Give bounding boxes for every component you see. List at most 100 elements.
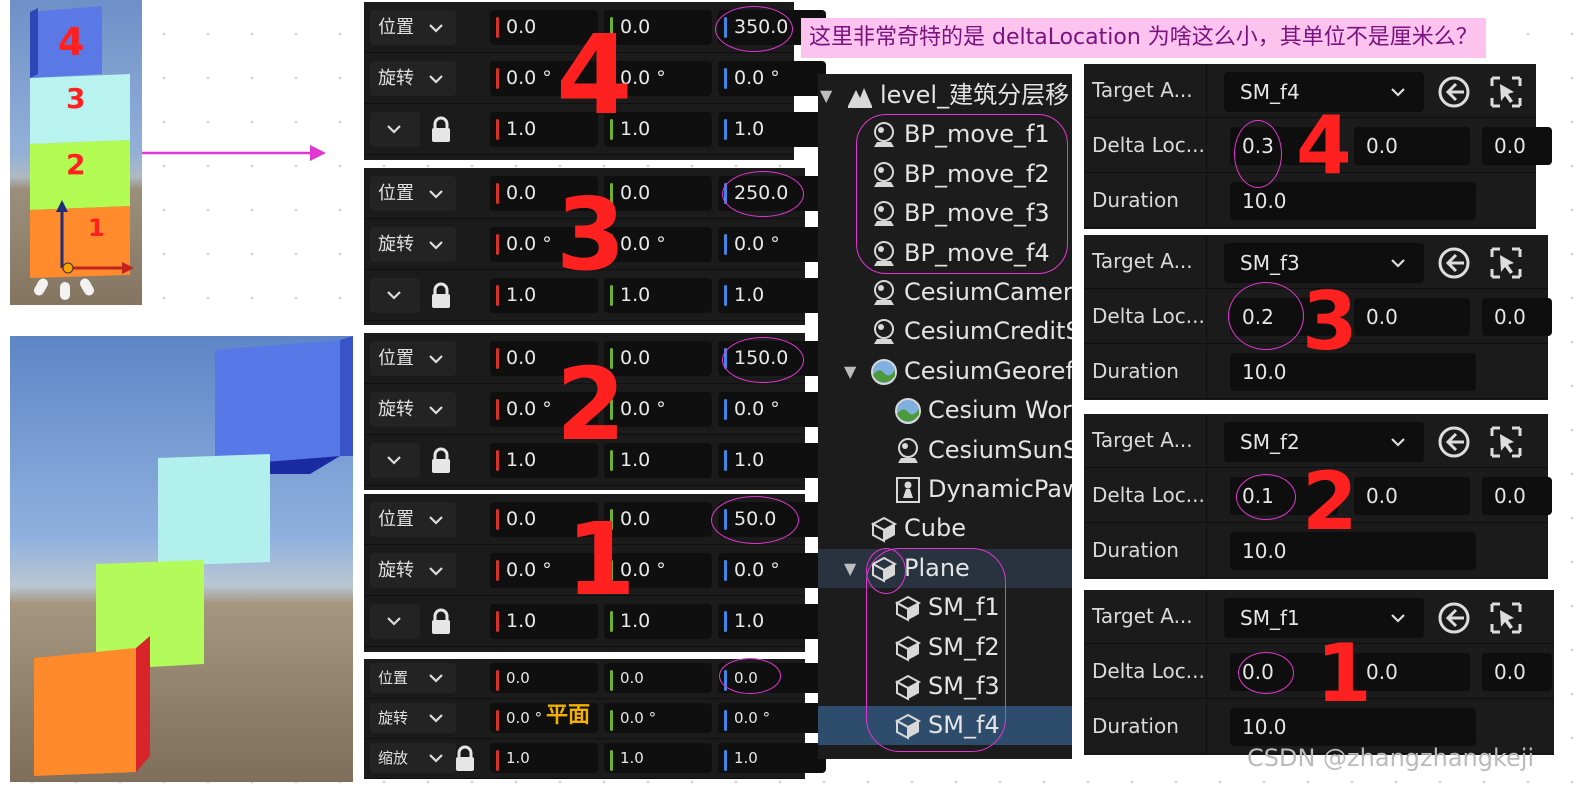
transform-field-z[interactable]: 0.0 ° (718, 61, 826, 96)
outliner-item-label: Cesium Wor (928, 396, 1072, 425)
chevron-down-icon (428, 61, 444, 96)
lock-icon[interactable] (430, 608, 452, 636)
chevron-down-icon (1390, 422, 1406, 462)
stack-number-1: 1 (88, 214, 105, 242)
transform-row-label[interactable]: 位置 (370, 341, 456, 376)
expand-arrow-icon[interactable]: ▼ (844, 549, 856, 588)
transform-row-label-text: 位置 (378, 183, 414, 204)
transform-row-label-text: 旋转 (378, 560, 414, 581)
transform-row-label[interactable]: 位置 (370, 176, 456, 211)
expand-arrow-icon[interactable]: ▼ (844, 352, 856, 391)
outliner-item[interactable]: Cube (818, 509, 1072, 548)
chevron-down-icon (428, 743, 444, 773)
transform-row-label-text: 缩放 (378, 749, 409, 767)
transform-field-z[interactable]: 1.0 (718, 604, 826, 639)
handwritten-number-2: 2 (556, 346, 626, 463)
highlight-delta-f1 (1238, 652, 1294, 694)
mesh-icon (870, 515, 898, 544)
outliner-item[interactable]: DynamicPaw (818, 470, 1072, 509)
viewport-thumbnail-stacked[interactable]: 4 3 2 1 (10, 0, 142, 305)
transform-field-y[interactable]: 0.0 ° (604, 703, 712, 733)
viewport-perspective[interactable] (10, 336, 353, 782)
highlight-bp-actors (856, 114, 1068, 274)
outliner-item[interactable]: CesiumCreditS (818, 312, 1072, 351)
delta-location-field-y[interactable]: 0.0 (1354, 477, 1470, 515)
lock-icon[interactable] (430, 447, 452, 475)
details-number-4: 4 (1296, 99, 1352, 192)
use-selected-arrow-icon[interactable] (1436, 245, 1472, 281)
chevron-down-icon (1390, 72, 1406, 112)
lock-icon[interactable] (454, 745, 476, 773)
outliner-item[interactable]: CesiumSunS (818, 431, 1072, 470)
highlight-z-f3 (722, 171, 804, 217)
transform-field-y[interactable]: 1.0 (604, 743, 712, 773)
chevron-down-icon (1390, 243, 1406, 283)
actor-icon (870, 279, 898, 307)
outliner-item[interactable]: CesiumCamer (818, 273, 1072, 312)
transform-row-label[interactable]: 旋转 (370, 703, 456, 733)
duration-label: Duration (1092, 538, 1179, 562)
scale-mode-dropdown[interactable] (370, 604, 420, 639)
transform-row-label[interactable]: 旋转 (370, 227, 456, 262)
scale-mode-dropdown[interactable] (370, 278, 420, 313)
delta-location-field-z[interactable]: 0.0 (1482, 127, 1552, 165)
column-divider (1206, 414, 1207, 468)
column-divider (1206, 290, 1207, 344)
delta-location-field-z[interactable]: 0.0 (1482, 298, 1552, 336)
pointer-arrow (142, 145, 326, 161)
delta-location-field-y[interactable]: 0.0 (1354, 298, 1470, 336)
scale-mode-dropdown[interactable] (370, 443, 420, 478)
transform-row-label[interactable]: 旋转 (370, 392, 456, 427)
transform-row-label[interactable]: 位置 (370, 10, 456, 45)
pick-actor-icon[interactable] (1488, 600, 1524, 636)
transform-row-label[interactable]: 位置 (370, 502, 456, 537)
transform-field-x[interactable]: 1.0 (490, 743, 598, 773)
pick-actor-icon[interactable] (1488, 424, 1524, 460)
column-divider (1206, 645, 1207, 699)
use-selected-arrow-icon[interactable] (1436, 74, 1472, 110)
column-divider (1206, 345, 1207, 399)
lock-icon[interactable] (430, 282, 452, 310)
transform-field-z[interactable]: 0.0 ° (718, 392, 826, 427)
transform-row-label[interactable]: 位置 (370, 663, 456, 693)
pick-actor-icon[interactable] (1488, 74, 1524, 110)
lock-icon[interactable] (430, 116, 452, 144)
delta-location-field-y[interactable]: 0.0 (1354, 127, 1470, 165)
outliner-item[interactable]: ▼ CesiumGeoref (818, 352, 1072, 391)
delta-location-field-z[interactable]: 0.0 (1482, 477, 1552, 515)
transform-field-z[interactable]: 1.0 (718, 278, 826, 313)
transform-field-x[interactable]: 0.0 (490, 663, 598, 693)
transform-field-z[interactable]: 0.0 ° (718, 703, 826, 733)
transform-field-z[interactable]: 1.0 (718, 443, 826, 478)
column-divider (1206, 469, 1207, 523)
transform-field-z[interactable]: 0.0 ° (718, 227, 826, 262)
target-actor-label: Target A... (1092, 78, 1193, 102)
level-icon (846, 82, 874, 110)
handwritten-number-3: 3 (556, 176, 626, 293)
pick-actor-icon[interactable] (1488, 245, 1524, 281)
expand-arrow-icon[interactable]: ▼ (820, 76, 832, 115)
actor-icon (894, 437, 922, 465)
delta-location-field-z[interactable]: 0.0 (1482, 653, 1552, 691)
stack-number-2: 2 (66, 148, 86, 181)
transform-field-y[interactable]: 0.0 (604, 663, 712, 693)
transform-row-label[interactable]: 缩放 (370, 743, 456, 773)
transform-row-label[interactable]: 旋转 (370, 61, 456, 96)
staircase-cubes-drawing (34, 336, 353, 776)
outliner-item-label: CesiumSunS (928, 435, 1072, 464)
pawn-icon (894, 476, 922, 504)
transform-row-label-text: 旋转 (378, 234, 414, 255)
transform-field-z[interactable]: 1.0 (718, 743, 826, 773)
highlight-z-f2 (722, 337, 804, 383)
duration-field[interactable]: 10.0 (1230, 182, 1476, 220)
transform-row-label-text: 旋转 (378, 68, 414, 89)
use-selected-arrow-icon[interactable] (1436, 424, 1472, 460)
transform-field-z[interactable]: 0.0 ° (718, 553, 826, 588)
outliner-item[interactable]: ▼ level_建筑分层移 (818, 76, 1072, 115)
outliner-item[interactable]: Cesium Wor (818, 391, 1072, 430)
scale-mode-dropdown[interactable] (370, 112, 420, 147)
transform-field-z[interactable]: 1.0 (718, 112, 826, 147)
transform-row-label[interactable]: 旋转 (370, 553, 456, 588)
column-divider (1206, 524, 1207, 578)
use-selected-arrow-icon[interactable] (1436, 600, 1472, 636)
